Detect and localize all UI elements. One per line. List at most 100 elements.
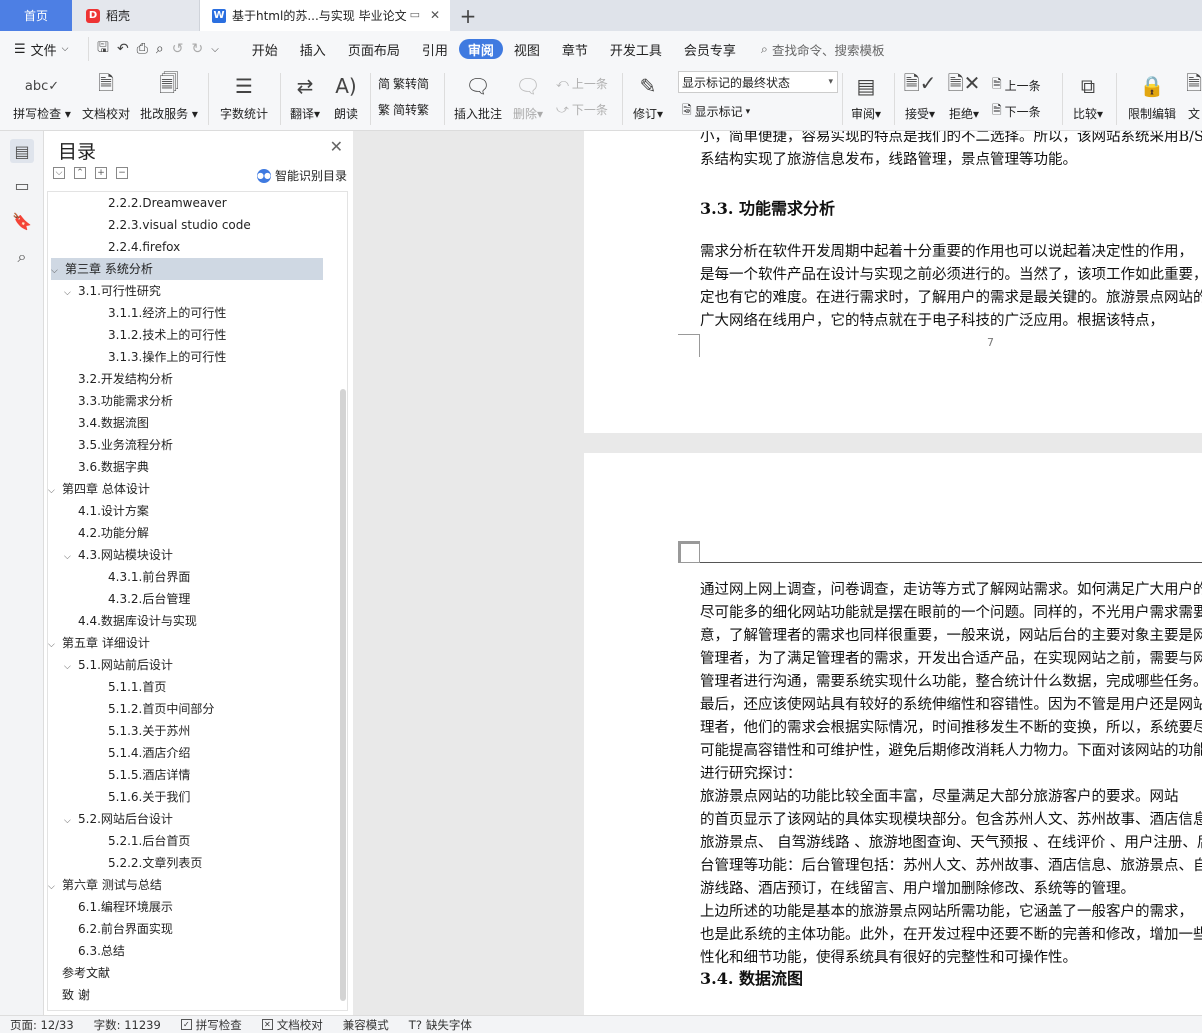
toc-item[interactable]: 5.2.2.文章列表页: [48, 852, 338, 874]
revise-button[interactable]: ✎ 修订▾: [630, 67, 666, 122]
menu-tab-view[interactable]: 视图: [503, 39, 551, 59]
undo-history-icon[interactable]: ↶: [117, 41, 129, 57]
toc-item[interactable]: 5.1.5.酒店详情: [48, 764, 338, 786]
toc-item[interactable]: ⌵ 5.2.网站后台设计: [48, 808, 338, 830]
print-icon[interactable]: ⎙: [137, 41, 148, 57]
toc-item[interactable]: 2.2.4.firefox: [48, 236, 338, 258]
read-aloud-button[interactable]: A) 朗读: [331, 67, 361, 122]
document-rights-button[interactable]: 🗎 文: [1186, 67, 1202, 122]
toc-item[interactable]: 2.2.2.Dreamweaver: [48, 192, 338, 214]
insert-comment-button[interactable]: 🗨 插入批注: [452, 67, 504, 122]
toc-item[interactable]: 4.3.2.后台管理: [48, 588, 338, 610]
monitor-icon[interactable]: ▭: [410, 8, 420, 21]
chevron-down-icon[interactable]: ⌵: [64, 656, 78, 678]
word-count-button[interactable]: ☰ 字数统计: [218, 67, 270, 122]
markup-display-select[interactable]: 显示标记的最终状态 ▾: [678, 71, 838, 93]
next-change-button[interactable]: 🗎 下一条: [992, 101, 1041, 122]
expand-all-icon[interactable]: ⌵: [53, 167, 65, 179]
toc-item[interactable]: 5.1.3.关于苏州: [48, 720, 338, 742]
batch-service-button[interactable]: 🗐 批改服务 ▾: [140, 67, 198, 122]
next-comment-button[interactable]: ⤻ 下一条: [556, 101, 608, 118]
toc-item[interactable]: 3.1.3.操作上的可行性: [48, 346, 338, 368]
redo-icon[interactable]: ↻: [191, 41, 203, 57]
menu-tab-review[interactable]: 审阅: [458, 39, 503, 59]
menu-tab-member[interactable]: 会员专享: [673, 39, 747, 59]
add-heading-icon[interactable]: +: [95, 167, 107, 179]
menu-tab-layout[interactable]: 页面布局: [337, 39, 411, 59]
menu-tab-insert[interactable]: 插入: [289, 39, 337, 59]
tab-document[interactable]: W 基于html的苏...与实现 毕业论文 ▭ ✕: [200, 0, 450, 31]
spell-check-toggle[interactable]: ✓ 拼写检查: [171, 1017, 252, 1033]
toc-item[interactable]: 5.1.6.关于我们: [48, 786, 338, 808]
toc-item[interactable]: ⌵ 5.1.网站前后设计: [48, 654, 338, 676]
toc-item[interactable]: ⌵ 第四章 总体设计: [48, 478, 338, 500]
undo-icon[interactable]: ↺: [172, 41, 184, 57]
restrict-edit-button[interactable]: 🔒 限制编辑: [1124, 67, 1180, 122]
toc-item[interactable]: ⌵ 第三章 系统分析: [51, 258, 323, 280]
trad-to-simp-button[interactable]: 简繁转简: [378, 75, 429, 92]
close-icon[interactable]: ✕: [330, 137, 343, 156]
reject-button[interactable]: 🗎✕ 拒绝▾: [946, 67, 982, 122]
chevron-down-icon[interactable]: ⌵: [48, 876, 62, 898]
toc-item[interactable]: 5.2.1.后台首页: [48, 830, 338, 852]
toc-scrollbar[interactable]: [340, 389, 346, 1001]
menu-tab-start[interactable]: 开始: [241, 39, 289, 59]
toc-item[interactable]: 6.2.前台界面实现: [48, 918, 338, 940]
toc-item[interactable]: 5.1.1.首页: [48, 676, 338, 698]
accept-button[interactable]: 🗎✓ 接受▾: [902, 67, 938, 122]
toc-item[interactable]: 5.1.2.首页中间部分: [48, 698, 338, 720]
toc-item[interactable]: 6.3.总结: [48, 940, 338, 962]
toc-item[interactable]: ⌵ 4.3.网站模块设计: [48, 544, 338, 566]
toc-item[interactable]: 致 谢: [48, 984, 338, 1006]
menu-tab-developer[interactable]: 开发工具: [599, 39, 673, 59]
save-icon[interactable]: 🖫: [97, 37, 109, 61]
doc-proof-button[interactable]: 🗎 文档校对: [80, 67, 132, 122]
toc-item[interactable]: 3.4.数据流图: [48, 412, 338, 434]
prev-change-button[interactable]: 🗎 上一条: [992, 75, 1041, 96]
bookmark-icon[interactable]: 🔖: [10, 209, 34, 233]
collapse-all-icon[interactable]: ⌃: [74, 167, 86, 179]
simp-to-trad-button[interactable]: 繁简转繁: [378, 101, 429, 118]
chevron-down-icon[interactable]: ⌵: [64, 810, 78, 832]
new-tab-button[interactable]: +: [450, 0, 486, 31]
toc-item[interactable]: ⌵ 第六章 测试与总结: [48, 874, 338, 896]
tab-home[interactable]: 首页: [0, 0, 72, 31]
toc-item[interactable]: ⌵ 3.1.可行性研究: [48, 280, 338, 302]
toc-item[interactable]: 3.1.2.技术上的可行性: [48, 324, 338, 346]
chevron-down-icon[interactable]: ⌵: [48, 634, 62, 656]
word-count-indicator[interactable]: 字数: 11239: [84, 1017, 171, 1033]
doc-proof-toggle[interactable]: ✕ 文档校对: [252, 1017, 333, 1033]
translate-button[interactable]: ⇄ 翻译▾: [287, 67, 323, 122]
toc-item[interactable]: 4.3.1.前台界面: [48, 566, 338, 588]
smart-toc-button[interactable]: ●● 智能识别目录: [256, 167, 347, 184]
search-icon[interactable]: ⌕: [10, 245, 34, 269]
toc-item[interactable]: 4.2.功能分解: [48, 522, 338, 544]
menu-tab-reference[interactable]: 引用: [411, 39, 459, 59]
show-markup-button[interactable]: 🗟 显示标记 ▾: [682, 101, 750, 122]
chevron-down-icon[interactable]: ⌵: [48, 480, 62, 502]
more-icon[interactable]: ⌵: [211, 44, 219, 55]
toc-item[interactable]: 参考文献: [48, 962, 338, 984]
toc-item[interactable]: 2.2.3.visual studio code: [48, 214, 338, 236]
toc-panel-icon[interactable]: ▤: [10, 139, 34, 163]
toc-item[interactable]: ⌵ 第五章 详细设计: [48, 632, 338, 654]
close-tab-icon[interactable]: ✕: [430, 8, 440, 22]
chapter-nav-icon[interactable]: ▭: [10, 173, 34, 197]
page-indicator[interactable]: 页面: 12/33: [0, 1017, 84, 1033]
file-menu[interactable]: ☰ 文件 ⌵: [0, 40, 88, 59]
prev-comment-button[interactable]: ⤺ 上一条: [556, 75, 608, 92]
command-search[interactable]: ⌕ 查找命令、搜索模板: [761, 40, 885, 59]
toc-item[interactable]: 4.1.设计方案: [48, 500, 338, 522]
remove-heading-icon[interactable]: −: [116, 167, 128, 179]
print-preview-icon[interactable]: ⌕: [156, 41, 164, 57]
chevron-down-icon[interactable]: ⌵: [51, 260, 65, 282]
tab-daoke[interactable]: D 稻壳: [72, 0, 200, 31]
toc-item[interactable]: 3.5.业务流程分析: [48, 434, 338, 456]
toc-item[interactable]: 5.1.4.酒店介绍: [48, 742, 338, 764]
toc-item[interactable]: 3.3.功能需求分析: [48, 390, 338, 412]
toc-item[interactable]: 6.1.编程环境展示: [48, 896, 338, 918]
toc-item[interactable]: 3.6.数据字典: [48, 456, 338, 478]
toc-item[interactable]: 4.4.数据库设计与实现: [48, 610, 338, 632]
delete-comment-button[interactable]: 🗨 删除▾: [510, 67, 546, 122]
menu-tab-chapter[interactable]: 章节: [551, 39, 599, 59]
